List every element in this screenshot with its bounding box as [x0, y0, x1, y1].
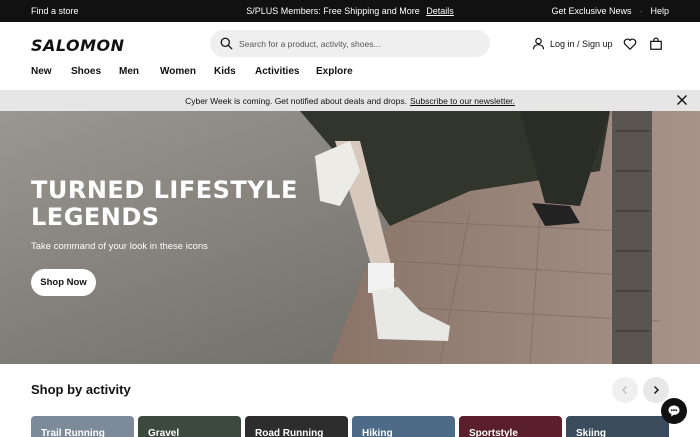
- chevron-right-icon: [654, 386, 659, 394]
- close-icon[interactable]: [676, 94, 688, 106]
- nav-item-men[interactable]: Men: [119, 66, 160, 88]
- top-utility-bar: Find a store S/PLUS Members: Free Shippi…: [0, 0, 700, 22]
- activity-card-label: Road Running: [255, 428, 324, 437]
- carousel-prev-button[interactable]: [612, 377, 638, 403]
- activity-card-label: Trail Running: [41, 428, 105, 437]
- activity-card-sportstyle[interactable]: Sportstyle: [459, 416, 562, 437]
- chevron-left-icon: [622, 386, 627, 394]
- exclusive-news-link[interactable]: Get Exclusive News: [551, 6, 631, 16]
- chat-button[interactable]: [661, 398, 687, 424]
- activity-card-hiking[interactable]: Hiking: [352, 416, 455, 437]
- activity-card-label: Sportstyle: [469, 428, 518, 437]
- promo-banner-text: Cyber Week is coming. Get notified about…: [185, 95, 408, 106]
- shop-now-button[interactable]: Shop Now: [31, 269, 96, 296]
- main-nav: New Shoes Men Women Kids Activities Expl…: [31, 66, 353, 88]
- bag-icon[interactable]: [649, 37, 663, 51]
- search-icon: [220, 37, 233, 50]
- newsletter-link[interactable]: Subscribe to our newsletter.: [410, 96, 515, 106]
- member-details-link[interactable]: Details: [426, 6, 454, 16]
- hero-subtitle: Take command of your look in these icons: [31, 241, 208, 252]
- hero-image: [0, 111, 700, 364]
- nav-item-new[interactable]: New: [31, 66, 71, 88]
- activity-card-road-running[interactable]: Road Running: [245, 416, 348, 437]
- activity-carousel: Trail Running Gravel Road Running Hiking…: [31, 416, 669, 437]
- activity-card-trail-running[interactable]: Trail Running: [31, 416, 134, 437]
- promo-banner: Cyber Week is coming. Get notified about…: [0, 90, 700, 111]
- activity-card-label: Hiking: [362, 428, 393, 437]
- search-bar[interactable]: [210, 30, 490, 57]
- separator: ·: [639, 6, 643, 16]
- nav-item-activities[interactable]: Activities: [255, 66, 316, 88]
- nav-item-kids[interactable]: Kids: [214, 66, 255, 88]
- member-promo-text: S/PLUS Members: Free Shipping and More: [246, 6, 420, 16]
- hero-banner[interactable]: TURNED LIFESTYLE LEGENDS Take command of…: [0, 111, 700, 364]
- help-link[interactable]: Help: [650, 6, 669, 16]
- nav-item-shoes[interactable]: Shoes: [71, 66, 119, 88]
- hero-title: TURNED LIFESTYLE LEGENDS: [31, 176, 298, 231]
- main-header: SALOMON Log in / Sign up: [0, 22, 700, 66]
- utility-links: Get Exclusive News · Help: [551, 6, 669, 16]
- nav-item-women[interactable]: Women: [160, 66, 214, 88]
- activity-card-gravel[interactable]: Gravel: [138, 416, 241, 437]
- activity-card-label: Skiing: [576, 428, 607, 437]
- section-title: Shop by activity: [31, 382, 131, 397]
- user-icon: [532, 37, 545, 50]
- activity-card-label: Gravel: [148, 428, 180, 437]
- activity-card-skiing[interactable]: Skiing: [566, 416, 669, 437]
- salomon-logo[interactable]: SALOMON: [31, 36, 125, 55]
- search-input[interactable]: [239, 38, 469, 49]
- nav-item-explore[interactable]: Explore: [316, 66, 353, 88]
- heart-icon[interactable]: [623, 37, 637, 51]
- chat-icon: [668, 405, 680, 417]
- carousel-next-button[interactable]: [643, 377, 669, 403]
- login-label: Log in / Sign up: [550, 38, 613, 49]
- login-link[interactable]: Log in / Sign up: [532, 37, 613, 50]
